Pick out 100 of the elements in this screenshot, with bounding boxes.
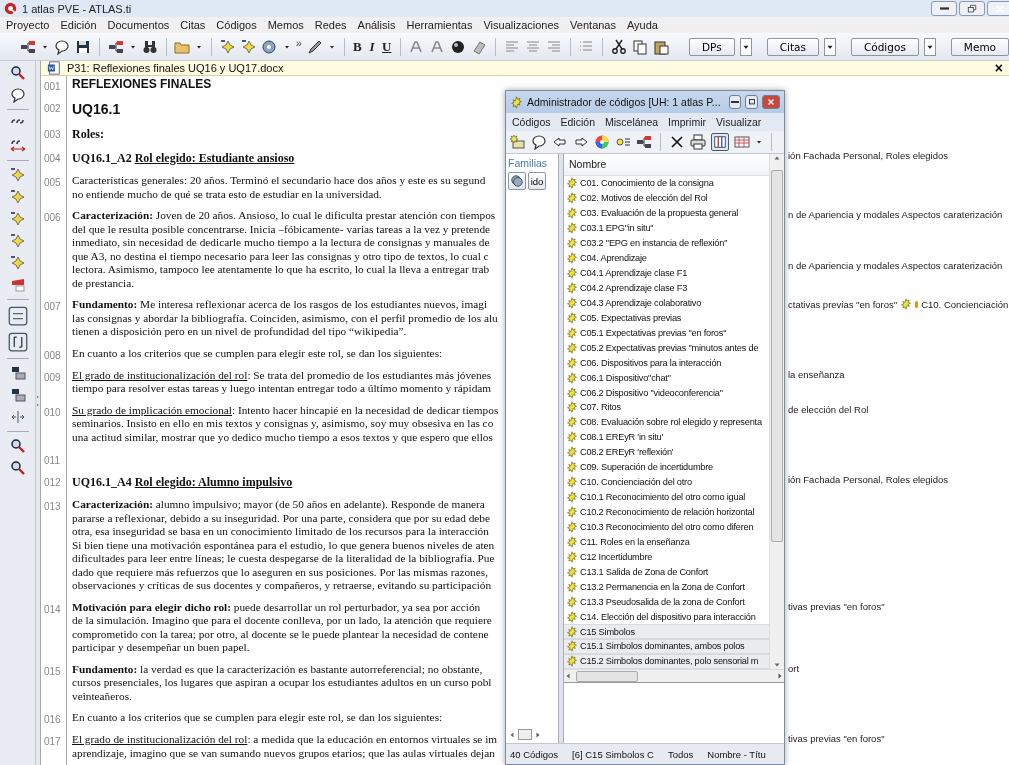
code-item[interactable]: C04.2 Aprendizaje clase F3 — [564, 280, 769, 296]
menu-item[interactable]: Miscelánea — [605, 116, 659, 128]
zoom-icon[interactable] — [9, 65, 26, 81]
minimize-button[interactable] — [728, 95, 742, 109]
code-item[interactable]: C10. Concienciación del otro — [564, 474, 769, 490]
sparkle-icon[interactable] — [219, 38, 236, 55]
menu-item[interactable]: Imprimir — [668, 116, 707, 128]
close-button[interactable] — [761, 95, 780, 109]
hierarchy-icon[interactable] — [20, 38, 36, 55]
vertical-scrollbar[interactable] — [769, 154, 784, 669]
code-item[interactable]: C12 Incertidumbre — [564, 549, 769, 565]
quote-arrow-icon[interactable] — [9, 138, 26, 154]
menu-item[interactable]: Visualizar — [716, 116, 762, 128]
menu-item[interactable]: Análisis — [357, 19, 396, 31]
italic-button[interactable]: I — [367, 38, 377, 55]
horizontal-scrollbar[interactable] — [564, 669, 784, 682]
pen-icon[interactable] — [306, 38, 323, 55]
code-item[interactable]: C13.1 Salida de Zona de Confort — [564, 564, 769, 580]
code-item[interactable]: C04.3 Aprendizaje colaborativo — [564, 295, 769, 311]
menu-item[interactable]: Redes — [314, 19, 347, 31]
code-item[interactable]: C05. Expectativas previas — [564, 310, 769, 326]
code-item[interactable]: C05.1 Expectativas previas "en foros" — [564, 325, 769, 341]
code-item[interactable]: C06. Dispositivos para la interacción — [564, 355, 769, 371]
dropdown-button[interactable]: Citas — [766, 37, 819, 56]
sparkle-icon[interactable] — [240, 38, 257, 55]
left-arrow-icon[interactable] — [552, 134, 568, 150]
code-item[interactable]: C09. Superación de incertidumbre — [564, 459, 769, 475]
code-item[interactable]: C03. Evaluación de la propuesta general — [564, 205, 769, 221]
menu-item[interactable]: Códigos — [512, 116, 551, 128]
hierarchy-icon[interactable] — [107, 38, 124, 55]
menu-item[interactable]: Documentos — [107, 19, 170, 31]
code-item[interactable]: C06.1 Dispositivo"chat" — [564, 370, 769, 386]
code-item[interactable]: C04. Aprendizaje — [564, 250, 769, 266]
sparkle-icon[interactable] — [9, 167, 26, 183]
sparkle-icon[interactable] — [9, 233, 26, 249]
menu-item[interactable]: Visualizaciones — [483, 19, 560, 31]
document-icon[interactable] — [9, 277, 26, 293]
menu-item[interactable]: Ventanas — [570, 19, 616, 31]
printer-icon[interactable] — [690, 134, 706, 150]
code-item[interactable]: C08. Evaluación sobre rol elegido y representa — [564, 414, 769, 430]
columns-button[interactable] — [711, 133, 729, 151]
menu-item[interactable]: Edición — [60, 19, 97, 31]
restore-button[interactable] — [959, 1, 985, 16]
splitter-icon[interactable] — [9, 409, 26, 425]
code-item[interactable]: C03.1 EPG"in situ" — [564, 220, 769, 236]
code-item[interactable]: C05.2 Expectativas previas "minutos antes de — [564, 340, 769, 356]
bold-button[interactable]: B — [352, 38, 363, 55]
disc-icon[interactable] — [261, 38, 278, 55]
speech-bubble-icon[interactable] — [54, 38, 70, 55]
menu-item[interactable]: Herramientas — [406, 19, 473, 31]
menu-item[interactable]: Edición — [560, 116, 595, 128]
zoom-in-icon[interactable] — [9, 438, 26, 454]
table-icon[interactable] — [734, 134, 750, 150]
close-button[interactable]: × — [994, 61, 1009, 75]
zoom-out-icon[interactable] — [9, 460, 26, 476]
code-item[interactable]: C10.2 Reconocimiento de relación horizontal — [564, 504, 769, 520]
hierarchy-icon[interactable] — [636, 134, 652, 150]
ball-icon[interactable] — [450, 38, 467, 55]
overflow-button[interactable]: » — [295, 37, 302, 49]
families-button[interactable] — [508, 172, 526, 190]
code-item[interactable]: C10.1 Reconocimiento del otro como igual — [564, 489, 769, 505]
code-item[interactable]: C04.1 Aprendizaje clase F1 — [564, 265, 769, 281]
code-item[interactable]: C13.3 Pseudosalida de la zona de Confort — [564, 594, 769, 610]
sparkle-icon[interactable] — [9, 255, 26, 271]
copy-icon[interactable] — [631, 38, 648, 55]
window-icon[interactable] — [9, 365, 26, 381]
code-item[interactable]: C06.2 Dispositivo "videoconferencia" — [564, 385, 769, 400]
filter-button[interactable]: ido — [528, 172, 546, 190]
code-item[interactable]: C10.3 Reconocimiento del otro como diferen — [564, 519, 769, 535]
color-wheel-icon[interactable] — [594, 134, 610, 150]
underline-button[interactable]: U — [381, 38, 392, 55]
paste-icon[interactable] — [652, 38, 669, 55]
code-item[interactable]: C01. Conocimiento de la consigna — [564, 175, 769, 191]
text-style-icon[interactable] — [408, 38, 425, 55]
right-arrow-icon[interactable] — [573, 134, 589, 150]
menu-item[interactable]: Proyecto — [6, 19, 50, 31]
dropdown-button[interactable]: Memo — [950, 37, 1009, 56]
code-item[interactable]: C07. Ritos — [564, 400, 769, 415]
code-item[interactable]: C03.2 "EPG en instancia de reflexión" — [564, 235, 769, 251]
new-code-icon[interactable] — [510, 134, 526, 150]
minimize-button[interactable] — [931, 1, 957, 16]
scissors-icon[interactable] — [610, 38, 627, 55]
bracket-box-icon[interactable] — [7, 332, 28, 352]
code-item[interactable]: C13.2 Permanencia en la Zona de Confort — [564, 579, 769, 595]
close-icon[interactable] — [669, 134, 685, 150]
menu-item[interactable]: Memos — [267, 19, 304, 31]
dropdown-button[interactable]: DPs — [688, 37, 735, 56]
sparkle-icon[interactable] — [9, 189, 26, 205]
code-item[interactable]: C14. Elección del dispositivo para interacción — [564, 609, 769, 625]
code-item[interactable]: C15 Simbolos — [564, 624, 769, 639]
speech-bubble-icon[interactable] — [531, 134, 547, 150]
menu-item[interactable]: Códigos — [216, 19, 257, 31]
sparkle-icon[interactable] — [9, 211, 26, 227]
dropdown-button[interactable]: Códigos — [850, 37, 919, 56]
binoculars-icon[interactable] — [141, 38, 158, 55]
maximize-button[interactable] — [745, 95, 758, 109]
speech-bubble-icon[interactable] — [9, 87, 26, 103]
code-item[interactable]: C02. Motivos de elección del Rol — [564, 190, 769, 206]
menu-item[interactable]: Ayuda — [627, 19, 658, 31]
window-icon[interactable] — [9, 387, 26, 403]
